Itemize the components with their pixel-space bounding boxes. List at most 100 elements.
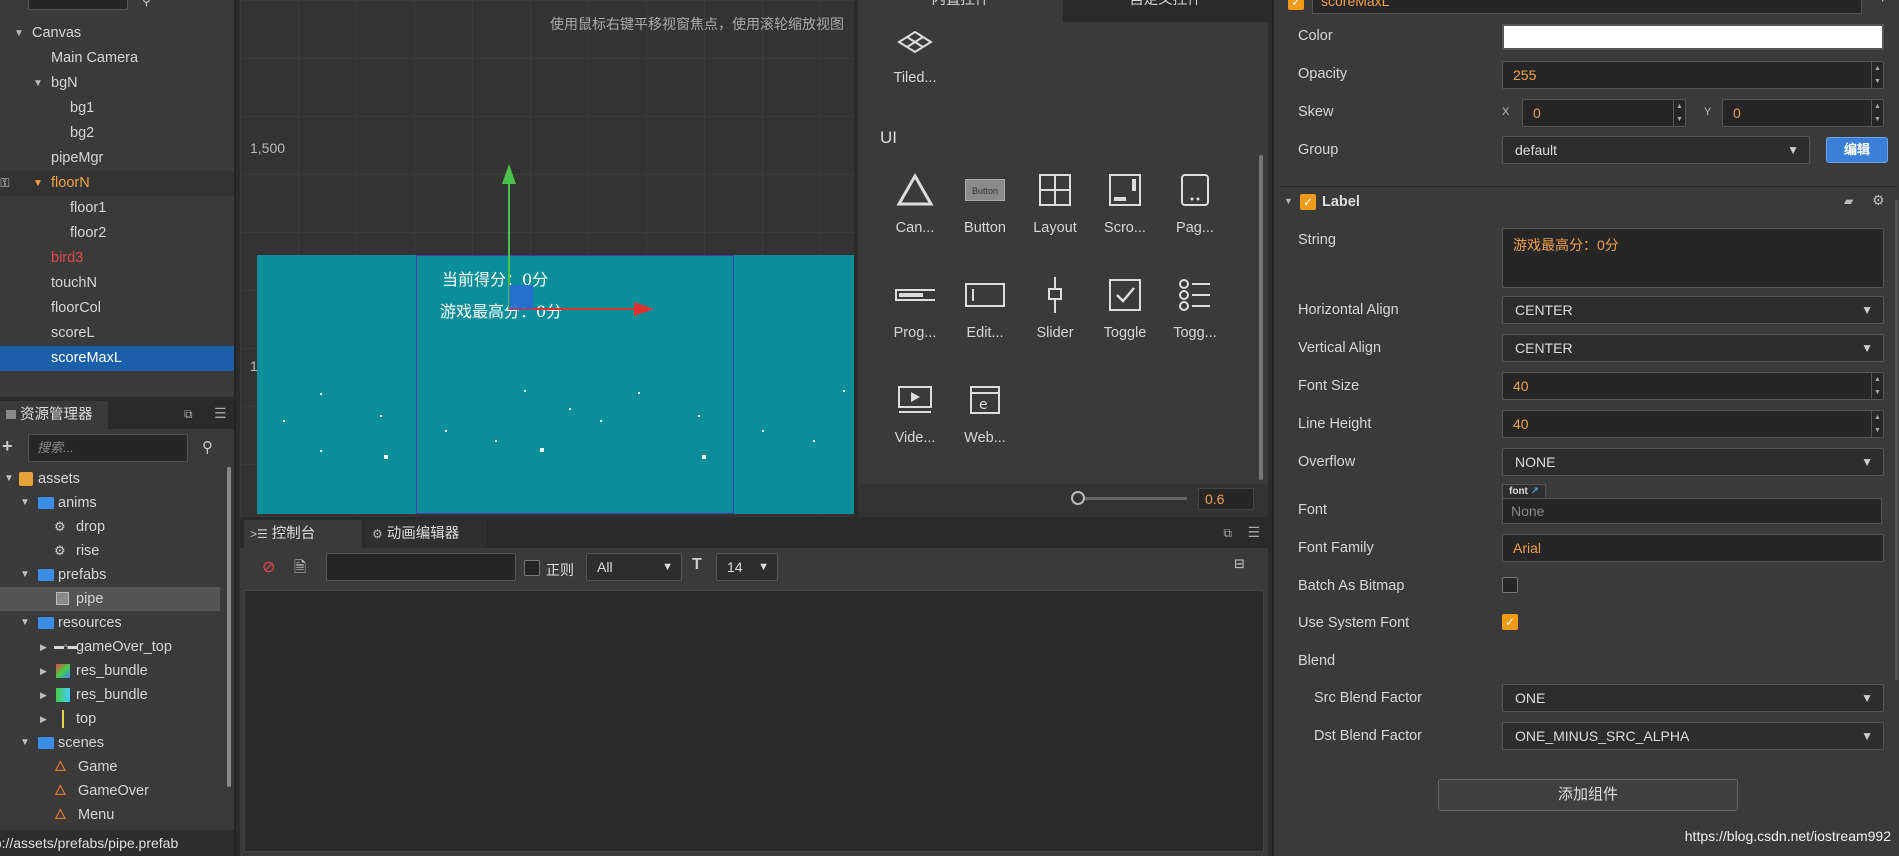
tab-asset-manager[interactable]: 资源管理器 [0, 401, 108, 429]
asset-item-game[interactable]: 🜂 Game [0, 755, 220, 779]
caret-down-icon[interactable]: ▼ [20, 731, 30, 755]
asset-item-scenes[interactable]: ▼ scenes [0, 731, 220, 755]
asset-item-anims[interactable]: ▼ anims [0, 491, 220, 515]
add-component-button[interactable]: 添加组件 [1438, 779, 1738, 811]
zoom-slider-handle[interactable] [1071, 491, 1085, 505]
asset-item-top[interactable]: ▶ top [0, 707, 220, 731]
node-name-input[interactable]: scoreMaxL [1312, 0, 1862, 14]
spinner-icon[interactable]: ▲ ▼ [1871, 373, 1883, 399]
tree-item-canvas[interactable]: ▼ Canvas [0, 21, 234, 46]
string-textarea[interactable]: 游戏最高分：0分 [1502, 228, 1884, 288]
node-active-checkbox[interactable]: ✓ [1288, 0, 1304, 10]
opacity-input[interactable]: 255 ▲ ▼ [1502, 61, 1884, 89]
regex-checkbox[interactable] [524, 560, 540, 576]
asset-item-assets[interactable]: ▼ assets [0, 467, 220, 491]
use-system-font-checkbox[interactable]: ✓ [1502, 614, 1518, 630]
widget-pageview[interactable]: Pag... [1164, 170, 1226, 236]
gizmo-center[interactable] [509, 285, 533, 309]
tree-item-scorel[interactable]: scoreL [0, 321, 234, 346]
help-book-icon[interactable]: ▰ [1844, 194, 1853, 208]
asset-item-res-bundle-2[interactable]: ▶ res_bundle [0, 683, 220, 707]
batch-as-bitmap-checkbox[interactable] [1502, 577, 1518, 593]
scene-view[interactable]: 使用鼠标右键平移视窗焦点，使用滚轮缩放视图 1,500 1 当前得分：0分 游戏… [240, 0, 854, 517]
caret-down-icon[interactable]: ▼ [20, 563, 30, 587]
widget-videoplayer[interactable]: Vide... [884, 380, 946, 446]
fontfamily-input[interactable]: Arial [1502, 534, 1884, 562]
asset-item-drop[interactable]: ⚙ drop [0, 515, 220, 539]
open-log-icon[interactable]: 🗎 [294, 557, 306, 582]
asset-item-pipe[interactable]: pipe [0, 587, 220, 611]
tab-builtin-widgets[interactable]: 内置控件 [858, 0, 1063, 22]
tree-item-touchn[interactable]: touchN [0, 271, 234, 296]
search-icon[interactable]: ⚲ [142, 0, 151, 8]
asset-item-prefabs[interactable]: ▼ prefabs [0, 563, 220, 587]
tree-item-bg1[interactable]: bg1 [0, 96, 234, 121]
widget-scrollview[interactable]: Scro... [1094, 170, 1156, 236]
lock-icon[interactable]: ⚿ [0, 171, 12, 196]
font-asset-field[interactable]: None [1502, 498, 1882, 524]
tab-console[interactable]: >☰ 控制台 [244, 520, 362, 548]
spinner-icon[interactable]: ▲ ▼ [1871, 411, 1883, 437]
inspector-scrollbar[interactable] [1895, 200, 1898, 680]
tree-item-scoremaxl[interactable]: scoreMaxL [0, 346, 234, 371]
gizmo-y-arrow[interactable] [502, 164, 516, 184]
tree-item-bg2[interactable]: bg2 [0, 121, 234, 146]
caret-down-icon[interactable]: ▼ [1284, 196, 1293, 206]
popout-icon[interactable]: ⧉ [184, 407, 193, 422]
widget-slider[interactable]: Slider [1024, 275, 1086, 341]
widget-tiled[interactable]: Tiled... [884, 30, 946, 86]
color-swatch[interactable] [1502, 24, 1884, 50]
widget-webview[interactable]: e Web... [954, 380, 1016, 446]
src-blend-select[interactable]: ONE ▼ [1502, 684, 1884, 712]
caret-right-icon[interactable]: ▶ [40, 635, 47, 659]
asset-item-menu[interactable]: 🜂 Menu [0, 803, 220, 827]
spinner-icon[interactable]: ▲ ▼ [1673, 100, 1685, 126]
fontsize-input[interactable]: 40 ▲ ▼ [1502, 372, 1884, 400]
caret-down-icon[interactable]: ▼ [20, 611, 30, 635]
caret-right-icon[interactable]: ▶ [40, 659, 47, 683]
label-enabled-checkbox[interactable]: ✓ [1300, 194, 1316, 210]
font-size-select[interactable]: 14 ▼ [716, 553, 778, 581]
tree-item-bird3[interactable]: bird3 [0, 246, 234, 271]
widget-editbox[interactable]: Edit... [954, 275, 1016, 341]
tab-animation-editor[interactable]: ⚙ 动画编辑器 [366, 520, 486, 548]
clear-console-icon[interactable]: ⊘ [262, 557, 275, 577]
tree-item-pipemgr[interactable]: pipeMgr [0, 146, 234, 171]
asset-item-res-bundle-1[interactable]: ▶ res_bundle [0, 659, 220, 683]
widget-toggle[interactable]: Toggle [1094, 275, 1156, 341]
asset-scrollbar[interactable] [227, 467, 231, 787]
tree-item-bgn[interactable]: ▼ bgN [0, 71, 234, 96]
skew-y-input[interactable]: 0 ▲ ▼ [1722, 99, 1884, 127]
asset-item-rise[interactable]: ⚙ rise [0, 539, 220, 563]
menu-icon[interactable]: ☰ [1247, 524, 1260, 541]
tree-item-floor2[interactable]: floor2 [0, 221, 234, 246]
caret-down-icon[interactable]: ▼ [31, 171, 45, 196]
zoom-value-input[interactable]: 0.6 [1198, 488, 1254, 510]
transform-gizmo[interactable] [240, 0, 854, 517]
log-level-select[interactable]: All ▼ [586, 553, 682, 581]
tree-item-floorcol[interactable]: floorCol [0, 296, 234, 321]
asset-search-input[interactable]: 搜索... [28, 434, 188, 462]
caret-down-icon[interactable]: ▼ [4, 467, 14, 491]
menu-icon[interactable]: ☰ [214, 405, 227, 422]
console-filter-input[interactable] [326, 553, 516, 581]
caret-down-icon[interactable]: ▼ [31, 71, 45, 96]
spinner-icon[interactable]: ▲ ▼ [1871, 62, 1883, 88]
tab-custom-widgets[interactable]: 自定义控件 [1063, 0, 1268, 22]
halign-select[interactable]: CENTER ▼ [1502, 296, 1884, 324]
spinner-icon[interactable]: ▲ ▼ [1871, 100, 1883, 126]
popout-icon[interactable]: ⧉ [1223, 526, 1232, 541]
edit-group-button[interactable]: 编辑 [1826, 137, 1888, 163]
asset-item-gameover-top[interactable]: ▶ ▬▫▬ gameOver_top [0, 635, 220, 659]
caret-down-icon[interactable]: ▼ [20, 491, 30, 515]
dst-blend-select[interactable]: ONE_MINUS_SRC_ALPHA ▼ [1502, 722, 1884, 750]
collapse-icon[interactable]: ⊟ [1234, 556, 1245, 572]
hierarchy-search-input[interactable] [28, 0, 128, 10]
valign-select[interactable]: CENTER ▼ [1502, 334, 1884, 362]
tree-item-floor1[interactable]: floor1 [0, 196, 234, 221]
skew-x-input[interactable]: 0 ▲ ▼ [1522, 99, 1686, 127]
tree-item-main-camera[interactable]: Main Camera [0, 46, 234, 71]
search-icon[interactable]: ⚲ [202, 438, 213, 456]
widget-progressbar[interactable]: Prog... [884, 275, 946, 341]
add-icon[interactable]: + [1878, 0, 1887, 8]
